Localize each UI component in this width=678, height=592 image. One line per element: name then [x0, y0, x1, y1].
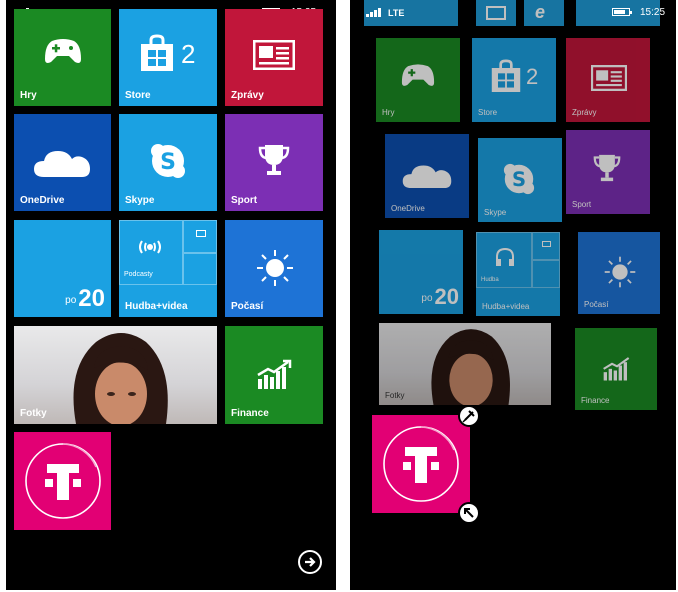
tile-label: Skype: [125, 195, 155, 206]
folder-slot[interactable]: [183, 220, 217, 253]
resize-icon[interactable]: [458, 502, 480, 524]
tile-label: Sport: [572, 200, 592, 209]
tile-label: Hudba+videa: [125, 301, 188, 312]
unpin-icon[interactable]: [458, 405, 480, 427]
start-screen-right-edit-mode: e LTE 15:25 Hry 2 Store Zprávy OneDrive: [350, 0, 676, 590]
tile-finance[interactable]: Finance: [575, 328, 657, 410]
tile-tmobile[interactable]: [14, 432, 111, 530]
tile-sport[interactable]: Sport: [566, 130, 650, 214]
tile-label: Hudba+videa: [482, 302, 530, 311]
tile-people[interactable]: po20: [14, 220, 111, 317]
network-type: LTE: [388, 8, 405, 18]
tile-games[interactable]: Hry: [376, 38, 460, 122]
tile-skype[interactable]: S Skype: [478, 138, 562, 222]
cloud-icon: [399, 158, 455, 192]
folder-podcasts[interactable]: Podcasty: [119, 220, 183, 285]
arrow-right-circle-icon[interactable]: [298, 550, 322, 574]
skype-icon: S: [149, 142, 187, 180]
tv-icon: [196, 230, 206, 237]
tile-music-folder[interactable]: Podcasty Hudba+videa: [119, 220, 217, 317]
t-logo-icon: [379, 422, 463, 506]
tile-label: Finance: [231, 408, 269, 419]
store-count-badge: 2: [526, 64, 539, 89]
tile-label: Fotky: [385, 391, 405, 400]
tile-weather[interactable]: Počasí: [578, 232, 660, 314]
tile-label: OneDrive: [391, 204, 425, 213]
tile-sport[interactable]: Sport: [225, 114, 323, 211]
tile-label: Sport: [231, 195, 258, 206]
folder-music-label: Hudba: [481, 277, 499, 283]
trophy-icon: [258, 142, 290, 178]
sun-icon: [255, 248, 295, 288]
folder-music[interactable]: Hudba: [476, 232, 532, 288]
tile-photos[interactable]: Fotky: [379, 323, 551, 405]
tile-people[interactable]: po20: [379, 230, 463, 314]
tile-onedrive[interactable]: OneDrive: [385, 134, 469, 218]
battery-icon: [612, 8, 632, 16]
tile-label: Store: [125, 90, 151, 101]
people-count: po20: [65, 285, 105, 312]
store-count-badge: 2: [181, 39, 196, 69]
tile-skype[interactable]: S Skype: [119, 114, 217, 211]
tile-news[interactable]: Zprávy: [566, 38, 650, 122]
tile-label: Hry: [382, 108, 395, 117]
tile-onedrive[interactable]: OneDrive: [14, 114, 111, 211]
gamepad-icon: [44, 37, 82, 67]
chart-icon: [255, 358, 293, 390]
folder-slot[interactable]: [532, 260, 560, 288]
chart-icon: [601, 354, 633, 382]
tile-label: Finance: [581, 396, 610, 405]
tv-icon: [542, 241, 551, 247]
tile-photos[interactable]: Fotky: [14, 326, 217, 424]
tile-label: Hry: [20, 90, 37, 101]
tile-tmobile-selected[interactable]: [372, 415, 470, 513]
tile-label: Zprávy: [572, 108, 597, 117]
status-bar: LTE 15:25: [350, 0, 676, 20]
tile-label: Zprávy: [231, 90, 264, 101]
people-count: po20: [421, 284, 459, 309]
store-bag-icon: [137, 33, 177, 73]
newspaper-icon: [590, 64, 628, 92]
tile-store[interactable]: 2 Store: [472, 38, 556, 122]
tile-label: Store: [478, 108, 498, 117]
tile-news[interactable]: Zprávy: [225, 9, 323, 106]
folder-slot[interactable]: [183, 253, 217, 285]
trophy-icon: [592, 152, 622, 184]
tile-store[interactable]: 2 Store: [119, 9, 217, 106]
cloud-icon: [32, 144, 92, 180]
headphones-icon: [493, 245, 517, 269]
photo-portrait: [73, 333, 168, 424]
tile-label: Počasí: [584, 300, 609, 309]
tile-music-folder[interactable]: Hudba Hudba+videa: [476, 232, 560, 316]
podcast-icon: [138, 237, 162, 257]
tile-label: OneDrive: [20, 195, 65, 206]
clock: 15:25: [640, 7, 666, 18]
tile-label: Skype: [484, 208, 507, 217]
skype-icon: S: [502, 162, 536, 196]
t-logo-icon: [20, 438, 105, 523]
store-bag-icon: [488, 58, 524, 94]
photo-portrait: [431, 329, 510, 405]
tile-label: Fotky: [20, 408, 47, 419]
newspaper-icon: [253, 39, 295, 71]
signal-icon: [366, 8, 386, 17]
svg-text:S: S: [160, 150, 176, 175]
sun-icon: [602, 254, 638, 290]
tile-games[interactable]: Hry: [14, 9, 111, 106]
gamepad-icon: [400, 62, 436, 90]
svg-text:S: S: [512, 168, 526, 191]
tile-finance[interactable]: Finance: [225, 326, 323, 424]
folder-podcasts-label: Podcasty: [124, 271, 153, 278]
tile-weather[interactable]: Počasí: [225, 220, 323, 317]
tile-label: Počasí: [231, 301, 264, 312]
folder-slot[interactable]: [532, 232, 560, 260]
start-screen-left: LTE 15:25 Hry 2 Store Zprávy OneDrive S …: [6, 0, 336, 590]
